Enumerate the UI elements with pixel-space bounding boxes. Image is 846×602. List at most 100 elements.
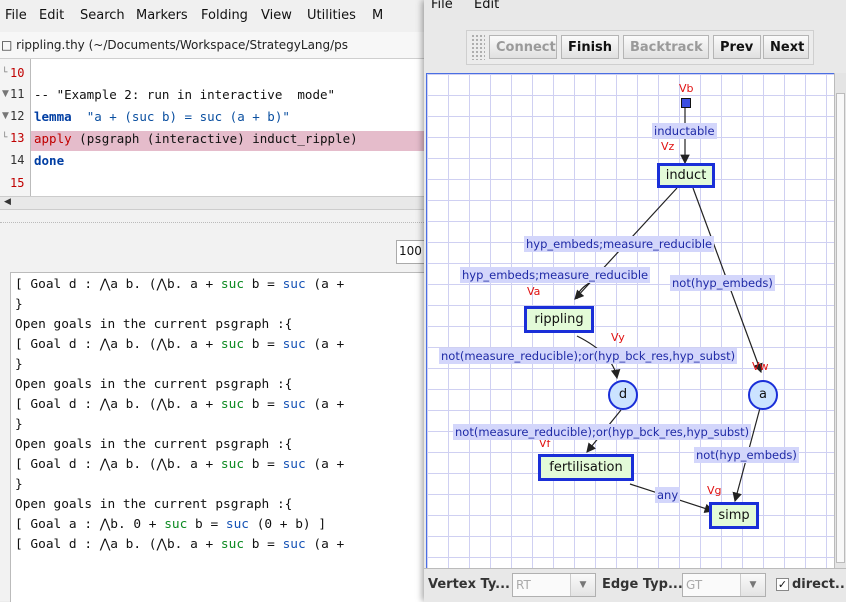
graph-bottom-bar: Vertex Ty... RT ▼ Edge Typ... GT ▼ ✓ dir… [424,568,846,602]
menu-search[interactable]: Search [80,8,125,23]
open-goals-header: Open goals in the current psgraph :{ [15,317,293,332]
output-brace: } [15,357,23,372]
menu-edit[interactable]: Edit [474,0,499,12]
goal-text: [ Goal d : ⋀a b. (⋀b. a [15,337,206,352]
line-number: 12 [10,109,25,123]
keyword-apply: apply [34,131,72,146]
menu-view[interactable]: View [261,8,292,23]
vertex-type-label: Vertex Ty... [428,577,510,592]
open-goals-header: Open goals in the current psgraph :{ [15,377,293,392]
prev-button[interactable]: Prev [713,35,761,59]
editor-window: File Edit Search Markers Folding View Ut… [0,0,431,602]
goal-text: + [148,517,165,532]
goal-text: [ Goal d : ⋀a b. (⋀b. a [15,397,206,412]
fold-marker[interactable]: └ [2,68,7,78]
node-fertilisation[interactable]: fertilisation [538,454,634,481]
chevron-down-icon[interactable]: ▼ [740,574,765,596]
edge-label[interactable]: hyp_embeds;measure_reducible [460,267,651,283]
finish-button[interactable]: Finish [561,35,619,59]
goal-text: b = [244,277,283,292]
line-number: 11 [10,87,25,101]
menu-file[interactable]: File [431,0,453,12]
goal-suc: suc [220,397,245,412]
edge-label[interactable]: not(hyp_embeds) [670,275,775,291]
open-goals-header: Open goals in the current psgraph :{ [15,437,293,452]
apply-args: (psgraph (interactive) induct_ripple) [71,131,358,146]
edge-label[interactable]: not(measure_reducible);or(hyp_bck_res,hy… [439,348,738,364]
edge-label[interactable]: inductable [652,123,717,139]
goal-line: [ Goal d : ⋀a b. (⋀b. a + suc b = suc (a… [15,277,344,292]
goal-line: [ Goal d : ⋀a b. (⋀b. a + suc b = suc (a… [15,457,344,472]
backtrack-button[interactable]: Backtrack [623,35,709,59]
menu-bar: File Edit Search Markers Folding View Ut… [0,0,430,33]
directed-label: direct... [792,577,846,592]
line-number: 13 [10,131,25,145]
goal-suc: suc [282,337,306,352]
goal-text: b = [244,457,283,472]
goal-suc: suc [220,277,245,292]
next-button[interactable]: Next [763,35,809,59]
edge-label[interactable]: any [655,487,681,503]
fold-toggle-icon[interactable]: ▼ [2,89,9,99]
toolbar-grip-icon[interactable] [471,34,485,60]
goal-text: b = [244,537,283,552]
output-brace: } [15,417,23,432]
menu-edit[interactable]: Edit [39,8,64,23]
chevron-down-icon[interactable]: ▼ [570,574,595,596]
menu-file[interactable]: File [5,8,27,23]
vertex-name: Va [527,285,541,298]
fold-toggle-icon[interactable]: ▼ [2,111,9,121]
boundary-vertex[interactable] [681,98,691,108]
goal-text: (a + [305,397,345,412]
keyword-done: done [34,153,65,168]
goal-suc: suc [282,537,306,552]
goal-suc: suc [225,517,249,532]
connect-button[interactable]: Connect [489,35,557,59]
goal-text: + [205,337,221,352]
code-lemma-line: lemma "a + (suc b) = suc (a + b)" [34,109,290,124]
goal-text: [ Goal a : ⋀b. 0 [15,517,149,532]
node-d[interactable]: d [608,380,638,410]
node-a[interactable]: a [748,380,778,410]
goal-line: [ Goal d : ⋀a b. (⋀b. a + suc b = suc (a… [15,337,344,352]
menu-folding[interactable]: Folding [201,8,248,23]
edge-label[interactable]: not(measure_reducible);or(hyp_bck_res,hy… [453,424,752,440]
code-comment-line: -- "Example 2: run in interactive mode" [34,87,336,102]
node-induct[interactable]: induct [657,163,715,188]
goal-text: (0 + b) ] [248,517,327,532]
goal-line: [ Goal d : ⋀a b. (⋀b. a + suc b = suc (a… [15,397,344,412]
menu-markers[interactable]: Markers [136,8,188,23]
goal-suc: suc [282,397,306,412]
edge-type-select[interactable]: GT ▼ [682,573,766,597]
edge-type-label: Edge Typ... [602,577,683,592]
menu-more[interactable]: M [372,8,383,23]
goal-text: + [205,537,221,552]
scroll-left-icon[interactable]: ◀ [4,197,11,207]
vertex-name: Vb [679,82,694,95]
goal-suc: suc [282,457,306,472]
vertex-name: Vy [611,331,625,344]
edge-label[interactable]: not(hyp_embeds) [694,447,799,463]
horizontal-scrollbar[interactable]: ◀ [0,196,430,210]
code-editor[interactable]: └ 10 ▼ 11 -- "Example 2: run in interact… [0,59,430,196]
directed-checkbox[interactable]: ✓ [776,578,789,591]
vertical-scrollbar[interactable] [834,73,846,568]
graph-canvas[interactable]: Vb Vz Va Vy Vw Vf Vg induct rippling fer… [426,73,835,570]
code-apply-line: apply (psgraph (interactive) induct_ripp… [34,131,358,146]
edge-type-value: GT [686,578,703,592]
goal-text: b = [244,397,283,412]
menu-utilities[interactable]: Utilities [307,8,356,23]
file-path[interactable]: □ rippling.thy (~/Documents/Workspace/St… [1,38,348,52]
scroll-thumb[interactable] [836,93,845,563]
goal-text: b = [187,517,226,532]
goal-suc: suc [220,337,245,352]
fold-marker[interactable]: └ [2,133,7,143]
node-rippling[interactable]: rippling [524,306,594,333]
edge-label[interactable]: hyp_embeds;measure_reducible [524,236,715,252]
goal-text: (a + [305,337,345,352]
node-simp[interactable]: simp [709,502,759,529]
panel-splitter[interactable] [0,222,430,225]
vertex-type-select[interactable]: RT ▼ [512,573,596,597]
output-panel[interactable]: [ Goal d : ⋀a b. (⋀b. a + suc b = suc (a… [10,272,431,602]
open-goals-header: Open goals in the current psgraph :{ [15,497,293,512]
